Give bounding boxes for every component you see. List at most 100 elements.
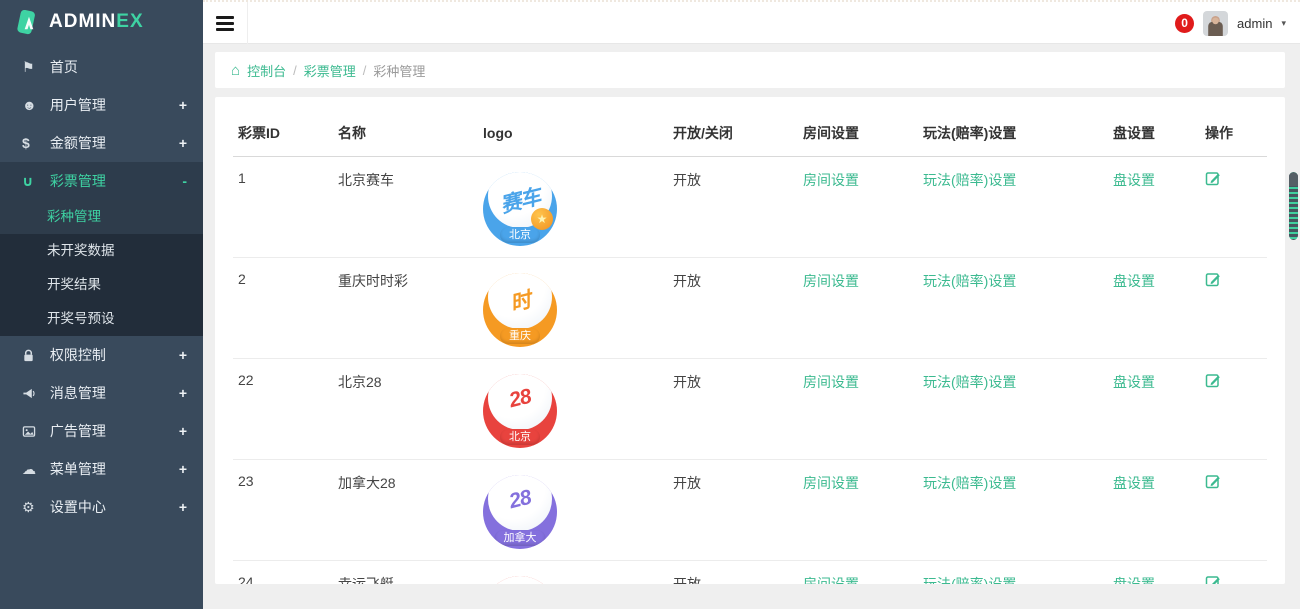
cell-lottery-id: 22 [233, 359, 333, 460]
cell-lottery-name: 北京28 [333, 359, 478, 460]
col-header-play: 玩法(赔率)设置 [918, 115, 1108, 157]
edit-icon[interactable] [1205, 372, 1221, 391]
minus-icon: - [182, 162, 187, 200]
cell-actions [1200, 157, 1267, 258]
edit-icon[interactable] [1205, 271, 1221, 290]
ball-region-banner: 加拿大 [495, 530, 546, 546]
breadcrumb-current: 彩种管理 [373, 61, 425, 80]
brand-logo-icon [16, 10, 41, 35]
breadcrumb-separator: / [293, 63, 297, 78]
sidebar-item-label: 首页 [50, 59, 78, 75]
sidebar-item-label: 消息管理 [50, 385, 106, 401]
top-navbar: 0 admin ▾ [203, 0, 1300, 44]
edit-icon[interactable] [1205, 574, 1221, 584]
avatar[interactable] [1203, 11, 1228, 36]
cell-actions [1200, 258, 1267, 359]
plus-icon: + [179, 124, 187, 162]
room-settings-link[interactable]: 房间设置 [803, 374, 859, 390]
pan-settings-link[interactable]: 盘设置 [1113, 374, 1155, 390]
flag-icon: ⚑ [22, 48, 46, 86]
cell-open-status: 开放 [668, 157, 798, 258]
cell-play-settings: 玩法(赔率)设置 [918, 460, 1108, 561]
sidebar-menu-lower: 权限控制 + 消息管理 + 广告管理 + ☁ 菜单管理 + ⚙ 设置中心 + [0, 336, 203, 526]
magnet-icon: ∪ [22, 162, 46, 200]
user-circle-icon: ☻ [22, 86, 46, 124]
plus-icon: + [179, 412, 187, 450]
sidebar-item-label: 用户管理 [50, 97, 106, 113]
cell-open-status: 开放 [668, 359, 798, 460]
sidebar-menu: ⚑ 首页 ☻ 用户管理 + $ 金额管理 + ∪ 彩票管理 - [0, 48, 203, 200]
play-odds-settings-link[interactable]: 玩法(赔率)设置 [923, 576, 1016, 584]
cell-pan-settings: 盘设置 [1108, 258, 1200, 359]
cell-play-settings: 玩法(赔率)设置 [918, 258, 1108, 359]
play-odds-settings-link[interactable]: 玩法(赔率)设置 [923, 172, 1016, 188]
sidebar-item-label: 广告管理 [50, 423, 106, 439]
sidebar-item-ads[interactable]: 广告管理 + [0, 412, 203, 450]
submenu-item-draw-presets[interactable]: 开奖号预设 [0, 302, 203, 336]
cell-room-settings: 房间设置 [798, 460, 918, 561]
sidebar-item-label: 金额管理 [50, 135, 106, 151]
pan-settings-link[interactable]: 盘设置 [1113, 475, 1155, 491]
sidebar-item-label: 菜单管理 [50, 461, 106, 477]
room-settings-link[interactable]: 房间设置 [803, 172, 859, 188]
username-label[interactable]: admin [1237, 16, 1272, 31]
col-header-name: 名称 [333, 115, 478, 157]
table-row: 1 北京赛车 赛车 ★ 北京 开放 房间设置 玩法(赔率)设置 盘设置 [233, 157, 1267, 258]
cell-lottery-id: 24 [233, 561, 333, 585]
sidebar-item-lottery[interactable]: ∪ 彩票管理 - [0, 162, 203, 200]
breadcrumb-lottery-mgmt[interactable]: 彩票管理 [304, 61, 356, 80]
sidebar-item-label: 权限控制 [50, 347, 106, 363]
home-icon: ⌂ [231, 62, 240, 79]
col-header-open: 开放/关闭 [668, 115, 798, 157]
cell-lottery-id: 23 [233, 460, 333, 561]
ball-title: 28 [483, 479, 557, 520]
plus-icon: + [179, 488, 187, 526]
dollar-icon: $ [22, 124, 46, 162]
edit-icon[interactable] [1205, 473, 1221, 492]
sidebar-item-users[interactable]: ☻ 用户管理 + [0, 86, 203, 124]
page-scrollbar-thumb[interactable] [1289, 172, 1298, 240]
pan-settings-link[interactable]: 盘设置 [1113, 576, 1155, 584]
lottery-table: 彩票ID 名称 logo 开放/关闭 房间设置 玩法(赔率)设置 盘设置 操作 … [233, 115, 1267, 584]
cell-pan-settings: 盘设置 [1108, 561, 1200, 585]
sidebar-item-money[interactable]: $ 金额管理 + [0, 124, 203, 162]
hamburger-menu-icon[interactable] [203, 2, 248, 44]
cell-logo: 28 北京 [478, 359, 668, 460]
ball-region-banner: 重庆 [500, 328, 540, 344]
pan-settings-link[interactable]: 盘设置 [1113, 273, 1155, 289]
sidebar-item-settings[interactable]: ⚙ 设置中心 + [0, 488, 203, 526]
col-header-logo: logo [478, 115, 668, 157]
submenu-item-draw-results[interactable]: 开奖结果 [0, 268, 203, 302]
lottery-ball-logo: 28 加拿大 [483, 475, 557, 549]
room-settings-link[interactable]: 房间设置 [803, 475, 859, 491]
table-row: 23 加拿大28 28 加拿大 开放 房间设置 玩法(赔率)设置 盘设置 [233, 460, 1267, 561]
cell-room-settings: 房间设置 [798, 157, 918, 258]
edit-icon[interactable] [1205, 170, 1221, 189]
play-odds-settings-link[interactable]: 玩法(赔率)设置 [923, 475, 1016, 491]
sidebar-item-permissions[interactable]: 权限控制 + [0, 336, 203, 374]
sidebar-item-messages[interactable]: 消息管理 + [0, 374, 203, 412]
pan-settings-link[interactable]: 盘设置 [1113, 172, 1155, 188]
cell-logo: 飞艇 幸运 [478, 561, 668, 585]
play-odds-settings-link[interactable]: 玩法(赔率)设置 [923, 374, 1016, 390]
submenu-item-label: 彩种管理 [47, 209, 101, 224]
room-settings-link[interactable]: 房间设置 [803, 273, 859, 289]
cell-lottery-id: 1 [233, 157, 333, 258]
cell-open-status: 开放 [668, 258, 798, 359]
room-settings-link[interactable]: 房间设置 [803, 576, 859, 584]
sidebar-item-home[interactable]: ⚑ 首页 [0, 48, 203, 86]
table-row: 22 北京28 28 北京 开放 房间设置 玩法(赔率)设置 盘设置 [233, 359, 1267, 460]
submenu-item-lottery-types[interactable]: 彩种管理 [0, 200, 203, 234]
lottery-ball-logo: 28 北京 [483, 374, 557, 448]
breadcrumb: ⌂ 控制台 / 彩票管理 / 彩种管理 [215, 52, 1285, 88]
sidebar-item-label: 设置中心 [50, 499, 106, 515]
brand-logo[interactable]: ADMINEX [0, 0, 203, 44]
image-icon [22, 412, 46, 450]
sidebar-item-menus[interactable]: ☁ 菜单管理 + [0, 450, 203, 488]
sidebar-submenu-lottery: 彩种管理 未开奖数据 开奖结果 开奖号预设 [0, 200, 203, 336]
chevron-down-icon[interactable]: ▾ [1281, 18, 1286, 29]
play-odds-settings-link[interactable]: 玩法(赔率)设置 [923, 273, 1016, 289]
breadcrumb-console[interactable]: 控制台 [247, 61, 286, 80]
submenu-item-undrawn-data[interactable]: 未开奖数据 [0, 234, 203, 268]
ball-title: 28 [483, 378, 557, 419]
